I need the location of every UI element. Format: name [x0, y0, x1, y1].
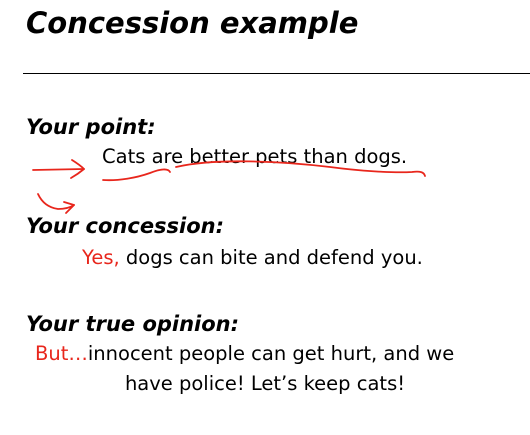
concession-text: Yes, dogs can bite and defend you.	[82, 246, 423, 269]
curved-arrow-icon	[37, 193, 75, 214]
arrow-icon	[32, 159, 85, 179]
opinion-text: But…innocent people can get hurt, and we	[35, 342, 454, 365]
opinion-text-line2: have police! Let’s keep cats!	[124, 372, 406, 395]
page-title: Concession example	[26, 6, 359, 40]
opinion-body: innocent people can get hurt, and we	[87, 342, 455, 365]
slide: Concession example Your point: Cats are …	[0, 0, 530, 435]
concession-body: dogs can bite and defend you.	[119, 246, 423, 269]
opinion-lead: But…	[35, 342, 88, 365]
concession-heading: Your concession:	[26, 214, 225, 238]
concession-lead: Yes,	[82, 246, 120, 269]
point-heading: Your point:	[26, 115, 156, 139]
opinion-heading: Your true opinion:	[26, 312, 240, 336]
point-text: Cats are better pets than dogs.	[102, 145, 408, 168]
title-divider	[23, 73, 530, 74]
